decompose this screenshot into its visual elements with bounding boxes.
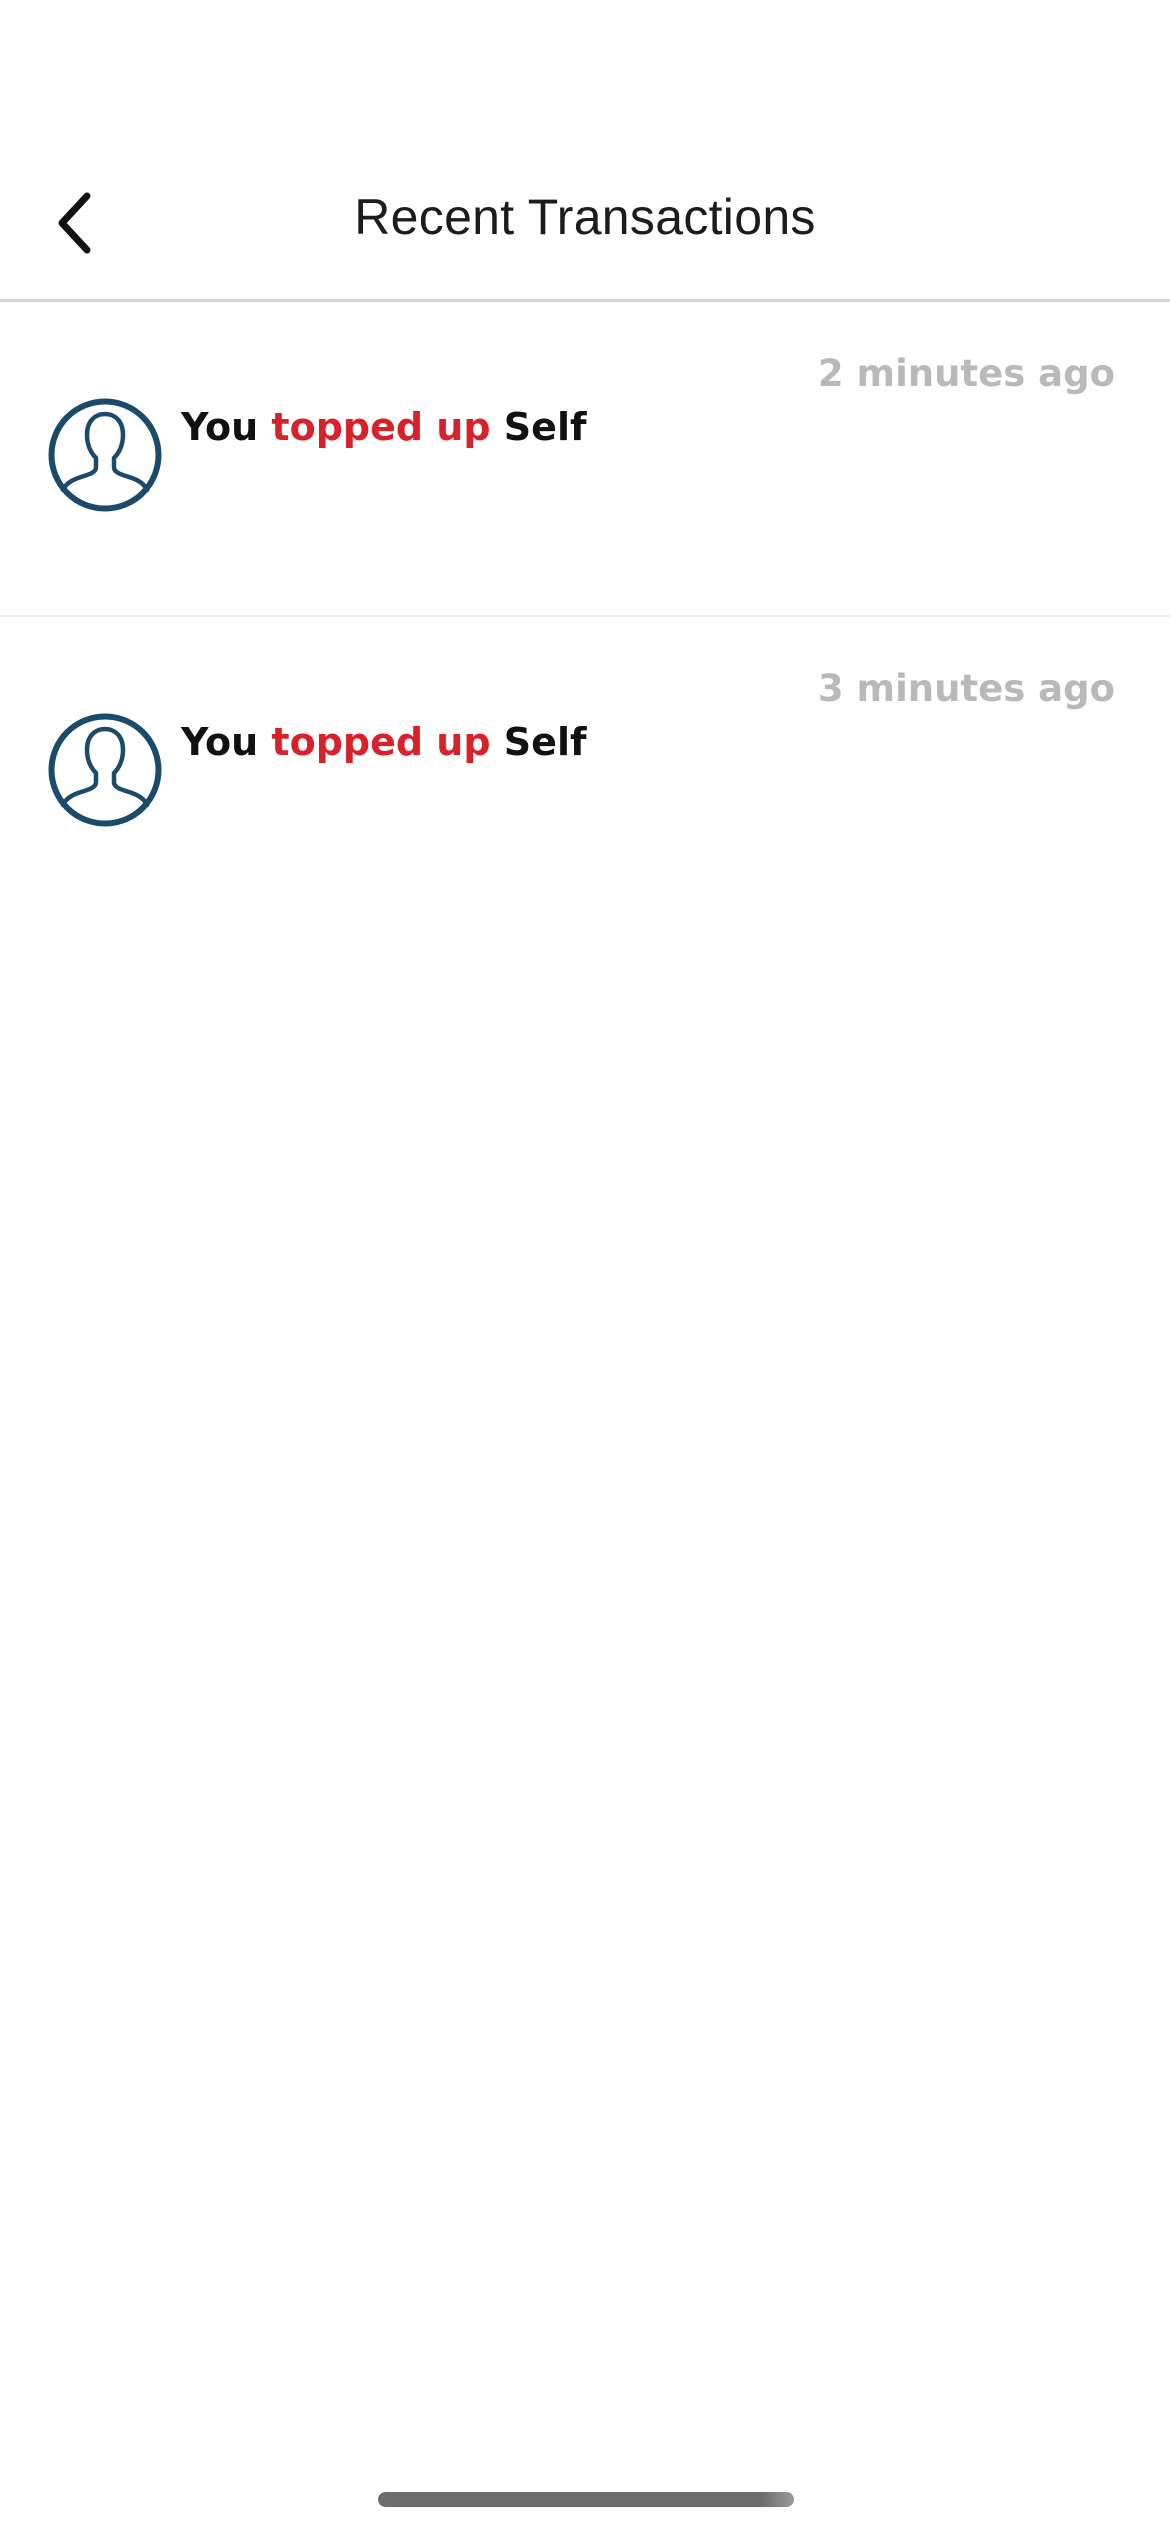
transaction-row[interactable]: You topped up Self 2 minutes ago: [0, 302, 1170, 617]
transaction-time: 3 minutes ago: [817, 667, 1115, 710]
header-bar: Recent Transactions: [0, 0, 1170, 302]
transaction-description: You topped up Self: [181, 405, 587, 449]
transactions-list: You topped up Self 2 minutes ago You top…: [0, 302, 1170, 932]
page-title: Recent Transactions: [354, 189, 816, 245]
transaction-action: topped up: [271, 720, 491, 764]
home-indicator[interactable]: [378, 2492, 794, 2507]
user-avatar-icon: [48, 713, 162, 827]
transaction-description: You topped up Self: [181, 720, 587, 764]
transaction-target: Self: [503, 405, 587, 449]
transaction-time: 2 minutes ago: [817, 352, 1115, 395]
user-avatar-icon: [48, 398, 162, 512]
transaction-row[interactable]: You topped up Self 3 minutes ago: [0, 617, 1170, 932]
transaction-subject: You: [181, 720, 259, 764]
transaction-target: Self: [503, 720, 587, 764]
transaction-subject: You: [181, 405, 259, 449]
transaction-action: topped up: [271, 405, 491, 449]
